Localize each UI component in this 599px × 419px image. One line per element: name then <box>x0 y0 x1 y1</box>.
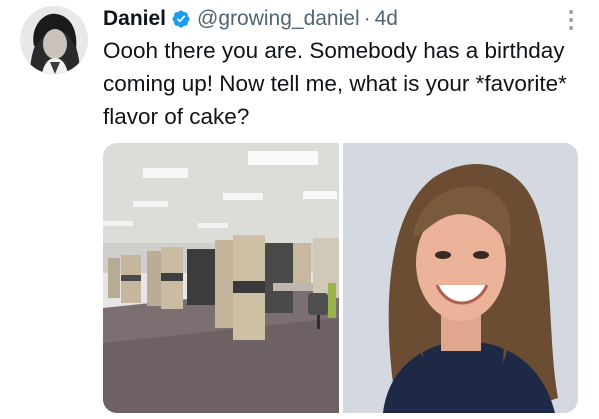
verified-badge-icon <box>172 10 190 28</box>
office-cubicles-photo <box>103 143 339 413</box>
tweet-text: Oooh there you are. Somebody has a birth… <box>103 38 567 129</box>
display-name[interactable]: Daniel <box>103 7 166 31</box>
avatar[interactable] <box>20 6 88 74</box>
media-image-office[interactable] <box>103 143 339 413</box>
user-handle[interactable]: @growing_daniel <box>197 7 360 31</box>
separator-dot: · <box>363 7 371 30</box>
smiling-person-photo <box>342 143 578 413</box>
media-grid <box>103 143 578 413</box>
avatar-image <box>20 6 88 74</box>
more-options-icon[interactable] <box>561 7 581 33</box>
timestamp[interactable]: 4d <box>375 7 398 31</box>
media-image-person[interactable] <box>342 143 579 413</box>
tweet-header: Daniel @growing_daniel · 4d <box>103 5 579 33</box>
